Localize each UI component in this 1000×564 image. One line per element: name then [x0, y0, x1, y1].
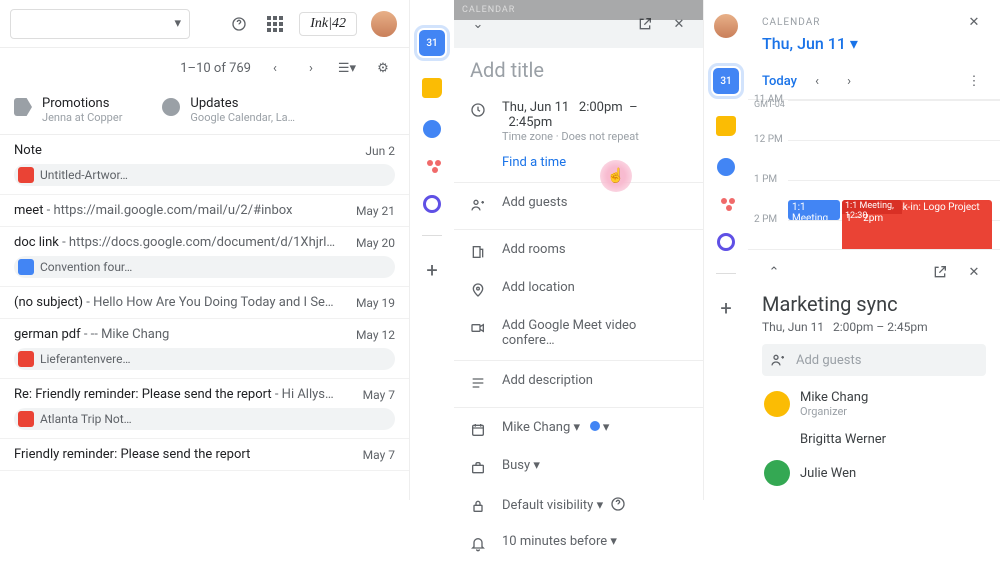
email-row[interactable]: meet - https://mail.google.com/mail/u/2/… — [0, 195, 409, 227]
location-icon — [470, 282, 488, 302]
people-icon — [470, 197, 488, 217]
avatar[interactable] — [369, 9, 399, 39]
add-addon-icon[interactable]: + — [426, 258, 437, 282]
time-row[interactable]: Thu, Jun 11 2:00pm – 2:45pm Time zone · … — [454, 92, 703, 151]
add-guests-input[interactable]: Add guests — [762, 344, 986, 376]
tab-promotions[interactable]: PromotionsJenna at Copper — [14, 96, 122, 124]
side-rail-right: 31 + — [704, 0, 748, 500]
video-icon — [470, 320, 488, 340]
add-addon-icon[interactable]: + — [720, 296, 731, 320]
email-row[interactable]: NoteJun 2Untitled-Artwor… — [0, 135, 409, 195]
calendar-date[interactable]: Thu, Jun 11 ▾ — [762, 34, 858, 53]
event-block[interactable]: 1:1 Meeting, 12:30 — [842, 200, 902, 214]
lock-icon — [470, 498, 488, 518]
description-icon — [470, 375, 488, 395]
attachment-chip[interactable]: Untitled-Artwor… — [14, 164, 395, 186]
loom-icon[interactable] — [423, 195, 441, 213]
email-list: NoteJun 2Untitled-Artwor…meet - https://… — [0, 135, 409, 471]
event-editor: CALENDAR ⌄ ✕ Add title Thu, Jun 11 2:00p… — [454, 0, 704, 500]
event-block[interactable]: 1:1 Meeting, 12:30p — [788, 200, 840, 220]
add-location-row[interactable]: Add location — [454, 272, 703, 310]
pagination-label: 1–10 of 769 — [180, 61, 251, 76]
visibility-row[interactable]: Default visibility ▾ — [454, 488, 703, 526]
gmail-panel: ▾ Ink|42 1–10 of 769 ‹ › ☰▾ ⚙ Promotions… — [0, 0, 410, 500]
event-title-input[interactable]: Add title — [454, 48, 703, 92]
today-button[interactable]: Today — [762, 74, 797, 89]
event-detail-panel: ⌃ ✕ Marketing sync Thu, Jun 11 2:00pm – … — [748, 249, 1000, 500]
avatar[interactable] — [712, 12, 740, 40]
list-controls: 1–10 of 769 ‹ › ☰▾ ⚙ — [0, 48, 409, 88]
attachment-chip[interactable]: Lieferantenvere… — [14, 348, 395, 370]
event-title: Marketing sync — [762, 292, 986, 316]
guest-row[interactable]: Brigitta Werner — [762, 422, 986, 456]
add-rooms-row[interactable]: Add rooms — [454, 234, 703, 272]
calendar-small-icon — [470, 422, 488, 442]
calendar-nav: Today ‹ › ⋮ — [748, 63, 1000, 100]
calendar-dim-label: CALENDAR — [454, 0, 703, 20]
email-row[interactable]: doc link - https://docs.google.com/docum… — [0, 227, 409, 287]
loom-icon[interactable] — [717, 233, 735, 251]
reminder-row[interactable]: 10 minutes before ▾ — [454, 526, 703, 564]
apps-icon[interactable] — [263, 12, 287, 36]
briefcase-icon — [470, 460, 488, 480]
bell-icon — [470, 536, 488, 556]
settings-icon[interactable]: ⚙ — [371, 56, 395, 80]
open-external-icon[interactable] — [928, 260, 952, 284]
close-icon[interactable]: ✕ — [962, 10, 986, 34]
label-dropdown[interactable]: ▾ — [10, 9, 190, 39]
add-description-row[interactable]: Add description — [454, 365, 703, 403]
add-guests-row[interactable]: Add guests — [454, 187, 703, 225]
tab-updates[interactable]: UpdatesGoogle Calendar, La… — [162, 96, 295, 124]
side-rail-left: 31 + — [410, 0, 454, 500]
email-row[interactable]: Re: Friendly reminder: Please send the r… — [0, 379, 409, 439]
calendar-panel: CALENDAR✕ Thu, Jun 11 ▾ Today ‹ › ⋮ GMT-… — [748, 0, 1000, 500]
calendar-icon[interactable]: 31 — [419, 30, 445, 56]
find-a-time-link[interactable]: Find a time — [486, 151, 703, 178]
email-row[interactable]: Friendly reminder: Please send the repor… — [0, 439, 409, 471]
calendar-header: CALENDAR✕ Thu, Jun 11 ▾ — [748, 0, 1000, 63]
calendar-owner-row[interactable]: Mike Chang ▾ ▾ — [454, 412, 703, 450]
keep-icon[interactable] — [422, 78, 442, 98]
prev-day-icon[interactable]: ‹ — [805, 69, 829, 93]
info-icon — [162, 98, 180, 116]
attachment-chip[interactable]: Convention four… — [14, 256, 395, 278]
email-row[interactable]: german pdf - -- Mike ChangMay 12Lieferan… — [0, 319, 409, 379]
close-icon[interactable]: ✕ — [962, 260, 986, 284]
room-icon — [470, 244, 488, 264]
more-icon[interactable]: ⋮ — [962, 69, 986, 93]
tag-icon — [14, 98, 32, 116]
tasks-icon[interactable] — [423, 120, 441, 138]
add-meet-row[interactable]: Add Google Meet video confere… — [454, 310, 703, 356]
next-day-icon[interactable]: › — [837, 69, 861, 93]
guest-row[interactable]: Julie Wen — [762, 456, 986, 490]
gmail-topbar: ▾ Ink|42 — [0, 0, 409, 48]
availability-row[interactable]: Busy ▾ — [454, 450, 703, 488]
guest-row[interactable]: Mike ChangOrganizer — [762, 386, 986, 422]
calendar-icon[interactable]: 31 — [713, 68, 739, 94]
density-icon[interactable]: ☰▾ — [335, 56, 359, 80]
email-row[interactable]: (no subject) - Hello How Are You Doing T… — [0, 287, 409, 319]
tasks-icon[interactable] — [717, 158, 735, 176]
clock-icon — [470, 102, 488, 122]
next-page-icon[interactable]: › — [299, 56, 323, 80]
attachment-chip[interactable]: Atlanta Trip Not… — [14, 408, 395, 430]
help-icon[interactable] — [227, 12, 251, 36]
prev-page-icon[interactable]: ‹ — [263, 56, 287, 80]
brand-label: Ink|42 — [299, 12, 357, 36]
keep-icon[interactable] — [716, 116, 736, 136]
asana-icon[interactable] — [721, 198, 732, 211]
category-tabs: PromotionsJenna at Copper UpdatesGoogle … — [0, 88, 409, 135]
asana-icon[interactable] — [427, 160, 438, 173]
collapse-icon[interactable]: ⌃ — [762, 260, 786, 284]
